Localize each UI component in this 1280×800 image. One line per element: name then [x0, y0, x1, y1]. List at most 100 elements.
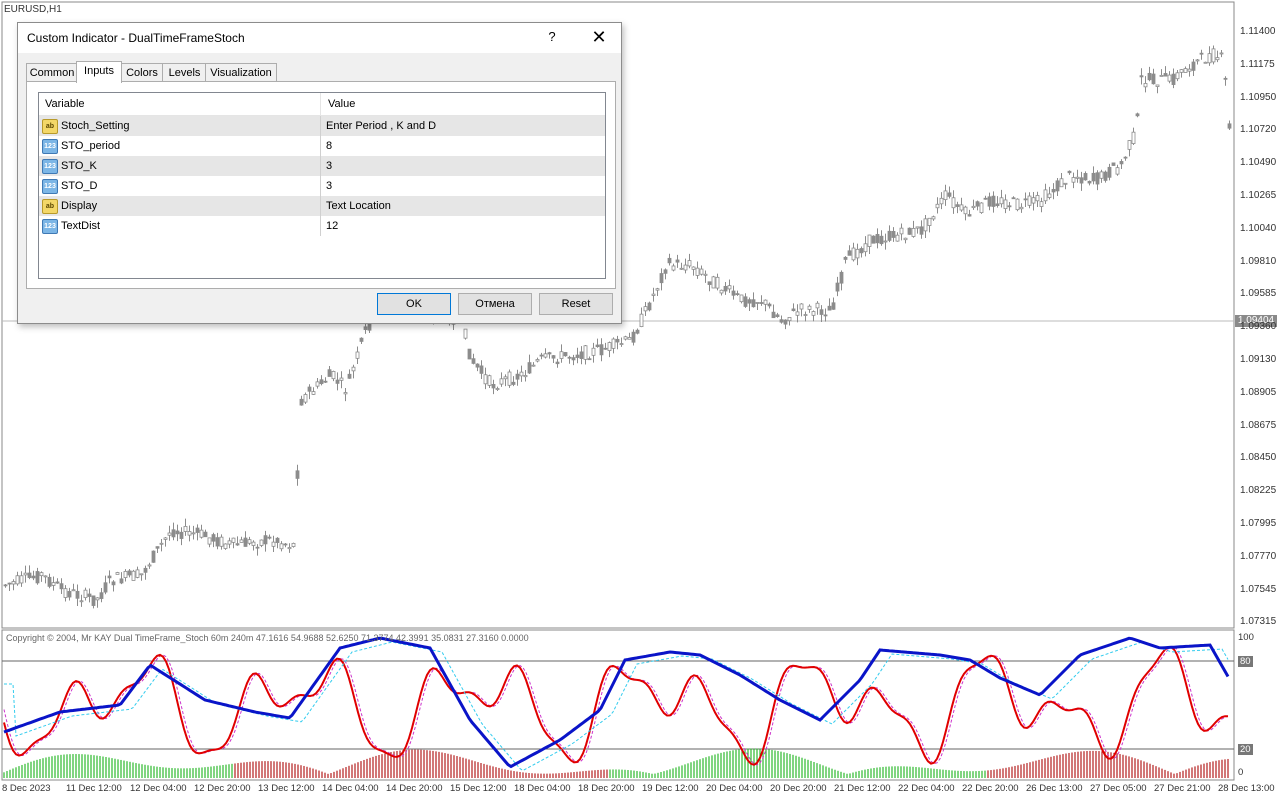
candle-body [939, 197, 944, 205]
candle-body [1011, 197, 1016, 200]
time-tick-label: 8 Dec 2023 [2, 783, 51, 794]
value-cell[interactable]: 8 [322, 136, 605, 156]
input-row[interactable]: 123 TextDist 12 [39, 216, 605, 236]
candle-body [855, 248, 860, 259]
help-button[interactable]: ? [542, 27, 562, 47]
tab-levels[interactable]: Levels [162, 63, 207, 82]
candle-body [863, 243, 868, 253]
price-tick-label: 1.09810 [1240, 255, 1277, 267]
candle-body [655, 288, 660, 291]
variable-cell: 123 TextDist [39, 216, 321, 236]
input-row[interactable]: 123 STO_D 3 [39, 176, 605, 196]
candle-body [1203, 61, 1208, 64]
ok-button[interactable]: OK [377, 293, 451, 315]
candle-body [659, 273, 664, 284]
candle-body [915, 226, 920, 229]
tab-inputs[interactable]: Inputs [76, 61, 122, 83]
reset-button[interactable]: Reset [539, 293, 613, 315]
candle-body [903, 237, 908, 241]
variable-cell: ab Stoch_Setting [39, 116, 321, 136]
candle-body [1083, 173, 1088, 181]
candle-body [791, 308, 796, 312]
candle-body [1139, 75, 1144, 78]
value-cell[interactable]: Text Location [322, 196, 605, 216]
candle-body [175, 530, 180, 535]
column-header-variable[interactable]: Variable [39, 93, 321, 115]
dialog-title-bar[interactable]: Custom Indicator - DualTimeFrameStoch ? … [18, 23, 621, 53]
candle-body [603, 347, 608, 350]
input-row[interactable]: 123 STO_period 8 [39, 136, 605, 156]
price-tick-label: 1.10720 [1240, 124, 1277, 136]
candle-body [927, 217, 932, 226]
value-cell[interactable]: Enter Period , K and D [322, 116, 605, 136]
candle-body [807, 305, 812, 310]
candle-body [95, 597, 100, 601]
candle-body [115, 572, 120, 575]
value-cell[interactable]: 3 [322, 156, 605, 176]
candle-body [1223, 77, 1228, 80]
time-tick-label: 12 Dec 20:00 [194, 783, 251, 794]
candle-body [567, 356, 572, 359]
value-cell[interactable]: 3 [322, 176, 605, 196]
cancel-button[interactable]: Отмена [458, 293, 532, 315]
tab-common[interactable]: Common [26, 63, 78, 82]
candle-body [931, 216, 936, 220]
candle-body [787, 317, 792, 322]
price-tick-label: 1.07995 [1240, 518, 1277, 529]
inputs-grid: Variable Value ab Stoch_Setting Enter Peri… [38, 92, 606, 279]
price-tick-label: 1.09585 [1240, 288, 1277, 300]
candle-body [1215, 57, 1220, 61]
variable-cell: ab Display [39, 196, 321, 216]
tab-visualization[interactable]: Visualization [205, 63, 277, 82]
candle-body [687, 260, 692, 267]
candle-body [803, 314, 808, 316]
variable-name: Display [61, 200, 98, 212]
candle-body [1143, 83, 1148, 88]
candle-body [259, 539, 264, 546]
candle-body [83, 589, 88, 599]
candle-body [887, 230, 892, 241]
candle-body [639, 313, 644, 328]
value-cell[interactable]: 12 [322, 216, 605, 236]
input-row[interactable]: 123 STO_K 3 [39, 156, 605, 176]
level-tick-label: 80 [1238, 656, 1253, 667]
candle-body [767, 303, 772, 307]
candle-body [15, 575, 20, 585]
candle-body [1035, 195, 1040, 202]
candle-body [59, 583, 64, 590]
column-header-value[interactable]: Value [322, 93, 605, 115]
tab-colors[interactable]: Colors [120, 63, 164, 82]
candle-body [275, 537, 280, 543]
candle-body [523, 375, 528, 378]
candle-body [531, 364, 536, 367]
candle-body [1003, 199, 1008, 210]
candle-body [1131, 131, 1136, 144]
variable-name: STO_K [61, 160, 97, 172]
candle-body [867, 234, 872, 247]
string-type-icon: ab [42, 199, 58, 214]
candle-body [935, 203, 940, 209]
candle-body [923, 218, 928, 232]
candle-body [999, 197, 1004, 205]
candle-body [1123, 156, 1128, 159]
candle-body [479, 365, 484, 374]
candle-body [491, 384, 496, 389]
time-tick-label: 20 Dec 04:00 [706, 783, 763, 794]
candle-body [651, 293, 656, 296]
candle-body [1107, 166, 1112, 178]
candle-body [27, 572, 32, 578]
variable-name: STO_period [61, 140, 121, 152]
price-tick-label: 1.09130 [1240, 354, 1277, 365]
input-row[interactable]: ab Stoch_Setting Enter Period , K and D [39, 116, 605, 136]
candle-body [131, 570, 136, 581]
candle-body [771, 311, 776, 319]
close-icon[interactable]: ✕ [584, 26, 614, 48]
candle-body [103, 582, 108, 593]
price-tick-label: 1.07770 [1240, 550, 1277, 562]
candle-body [475, 363, 480, 368]
candle-body [955, 204, 960, 207]
candle-body [191, 532, 196, 535]
candle-body [595, 344, 600, 348]
input-row[interactable]: ab Display Text Location [39, 196, 605, 216]
candle-body [71, 589, 76, 592]
